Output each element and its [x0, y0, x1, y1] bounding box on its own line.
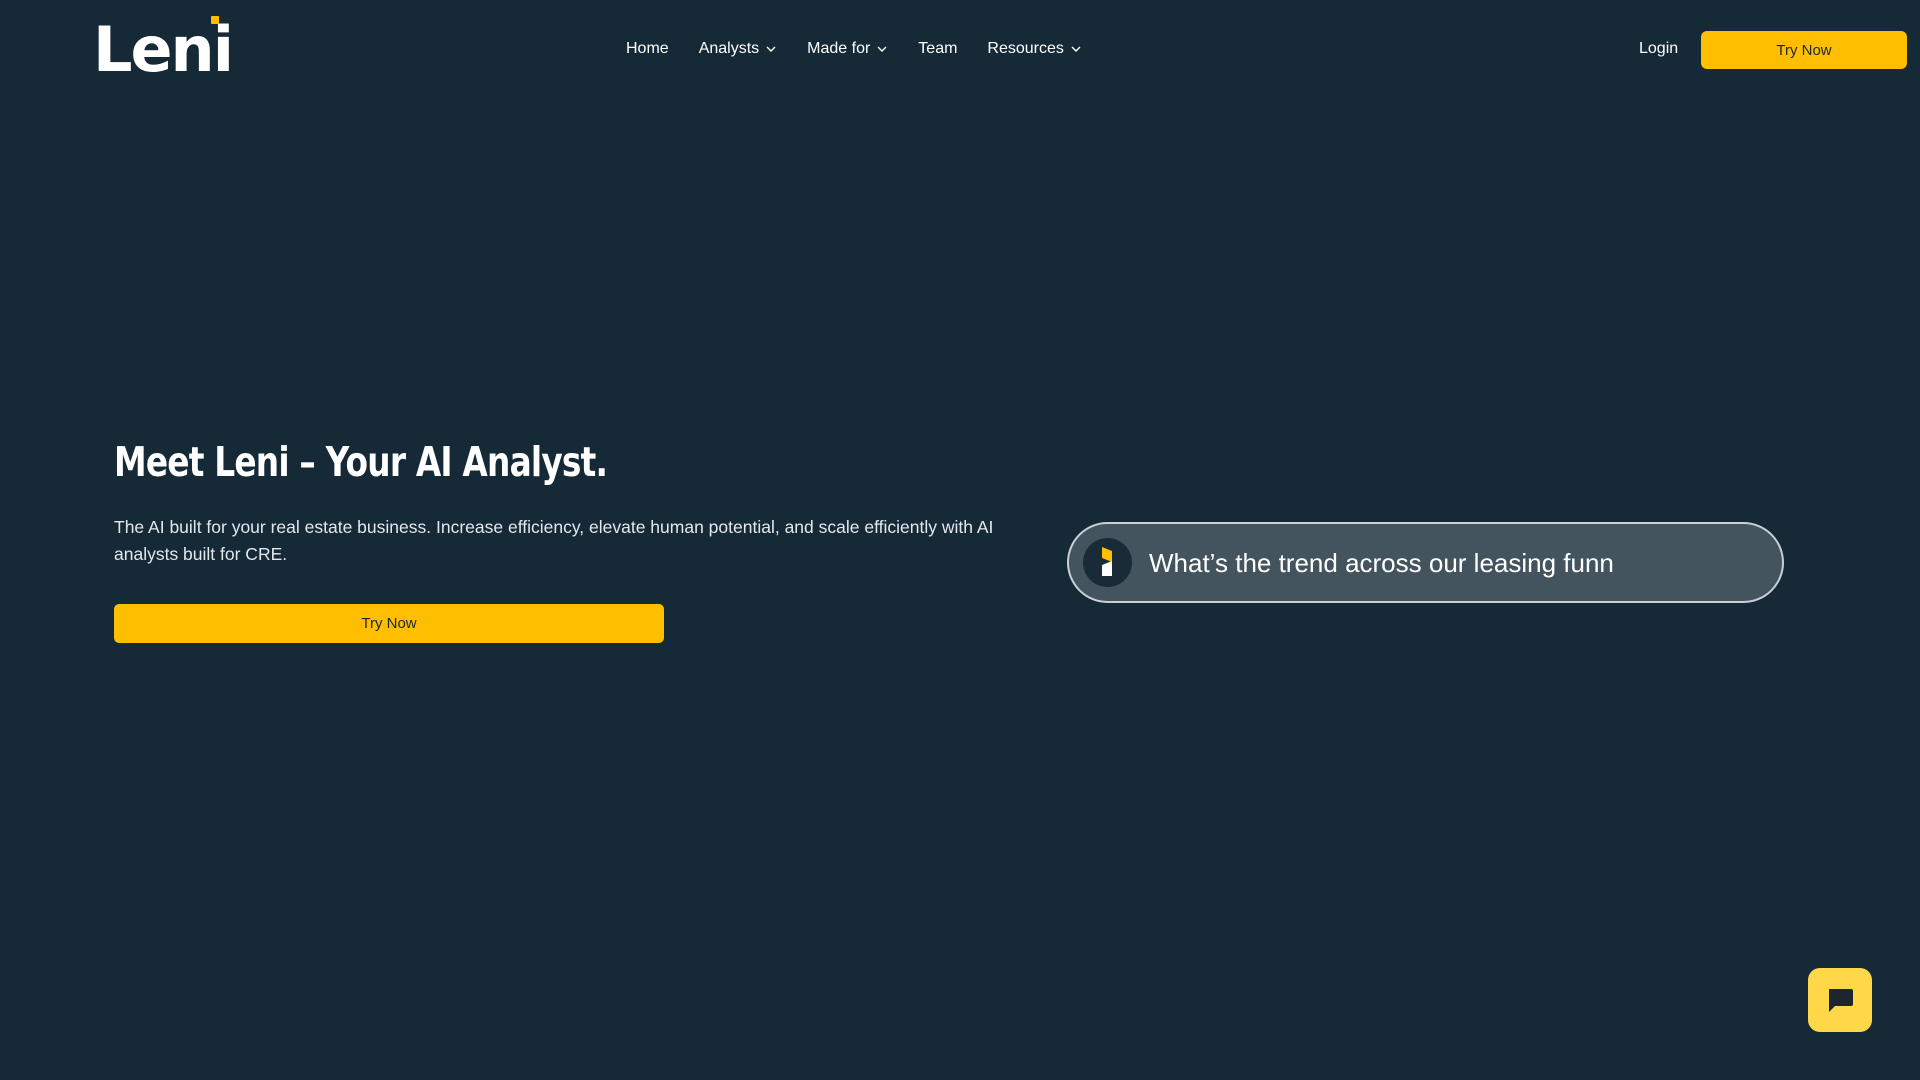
- hero-title: Meet Leni – Your AI Analyst.: [114, 438, 608, 486]
- login-link[interactable]: Login: [1639, 36, 1678, 62]
- nav-item-label: Analysts: [698, 40, 760, 57]
- logo-accent-dot: [211, 16, 219, 24]
- chevron-down-icon: [1071, 46, 1081, 52]
- nav-item-resources[interactable]: Resources: [987, 40, 1081, 58]
- chevron-down-icon: [877, 46, 887, 52]
- nav-item-label: Team: [918, 40, 958, 57]
- chat-widget-button[interactable]: [1808, 968, 1872, 1032]
- nav-item-home[interactable]: Home: [626, 40, 669, 58]
- leni-mark-icon: [1083, 538, 1132, 587]
- logo-wordmark: Leni: [93, 13, 234, 86]
- nav-item-made-for[interactable]: Made for: [807, 40, 888, 58]
- nav-item-label: Home: [626, 40, 669, 57]
- nav-item-team[interactable]: Team: [918, 40, 957, 58]
- nav-item-analysts[interactable]: Analysts: [699, 40, 777, 58]
- site-header: Leni Home Analysts Made for Team Resourc…: [0, 0, 1920, 100]
- nav-item-label: Made for: [807, 40, 871, 57]
- try-now-header-button[interactable]: Try Now: [1701, 31, 1907, 69]
- leni-mark-top: [1102, 547, 1112, 562]
- chevron-down-icon: [766, 46, 776, 52]
- prompt-pill: What’s the trend across our leasing funn: [1067, 522, 1784, 603]
- main-nav: Home Analysts Made for Team Resources: [626, 36, 1082, 62]
- prompt-text: What’s the trend across our leasing funn: [1149, 548, 1614, 578]
- nav-item-label: Resources: [987, 40, 1064, 57]
- leni-logo[interactable]: Leni: [93, 14, 234, 86]
- try-now-hero-button[interactable]: Try Now: [114, 604, 664, 643]
- chat-bubble-icon: [1829, 989, 1853, 1012]
- hero-subtitle: The AI built for your real estate busine…: [114, 517, 994, 564]
